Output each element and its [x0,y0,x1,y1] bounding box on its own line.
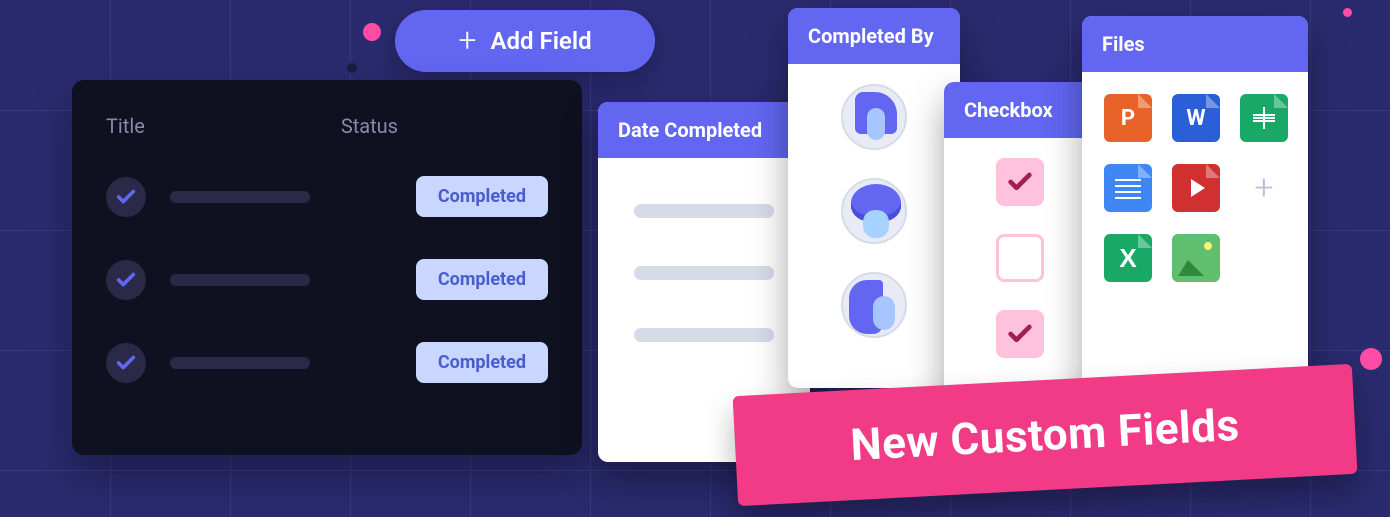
title-placeholder [170,191,310,203]
title-placeholder [170,357,310,369]
file-word-icon[interactable]: W [1172,94,1220,142]
file-powerpoint-icon[interactable]: P [1104,94,1152,142]
status-badge: Completed [416,259,548,300]
decoration-dot [1343,8,1352,17]
title-placeholder [170,274,310,286]
decoration-dot [1360,348,1382,370]
date-placeholder [634,328,774,342]
add-field-button[interactable]: + Add Field [395,10,655,72]
file-image-icon[interactable] [1172,234,1220,282]
date-placeholder [634,204,774,218]
avatar [841,272,907,338]
avatar [841,84,907,150]
decoration-dot [363,23,381,41]
column-header-status: Status [341,114,398,138]
status-badge: Completed [416,176,548,217]
task-panel: Title Status Completed Completed Complet… [72,80,582,455]
file-video-icon[interactable] [1172,164,1220,212]
check-icon[interactable] [106,177,146,217]
table-row[interactable]: Completed [106,342,548,383]
banner-text: New Custom Fields [849,399,1241,471]
checkbox-checked[interactable] [996,310,1044,358]
card-header: Files [1082,16,1308,72]
avatar [841,178,907,244]
column-header-title: Title [106,114,145,138]
add-file-button[interactable]: + [1240,164,1288,212]
table-row[interactable]: Completed [106,259,548,300]
table-row[interactable]: Completed [106,176,548,217]
file-docs-icon[interactable] [1104,164,1152,212]
card-header: Completed By [788,8,960,64]
checkbox-checked[interactable] [996,158,1044,206]
status-badge: Completed [416,342,548,383]
field-card-users[interactable]: Completed By [788,8,960,388]
check-icon[interactable] [106,343,146,383]
card-header: Date Completed [598,102,810,158]
add-field-label: Add Field [490,27,591,55]
checkbox-unchecked[interactable] [996,234,1044,282]
field-card-files[interactable]: Files P W + X [1082,16,1308,396]
file-sheets-icon[interactable] [1240,94,1288,142]
check-icon[interactable] [106,260,146,300]
card-header: Checkbox [944,82,1096,138]
date-placeholder [634,266,774,280]
decoration-dot [347,63,357,73]
file-excel-icon[interactable]: X [1104,234,1152,282]
